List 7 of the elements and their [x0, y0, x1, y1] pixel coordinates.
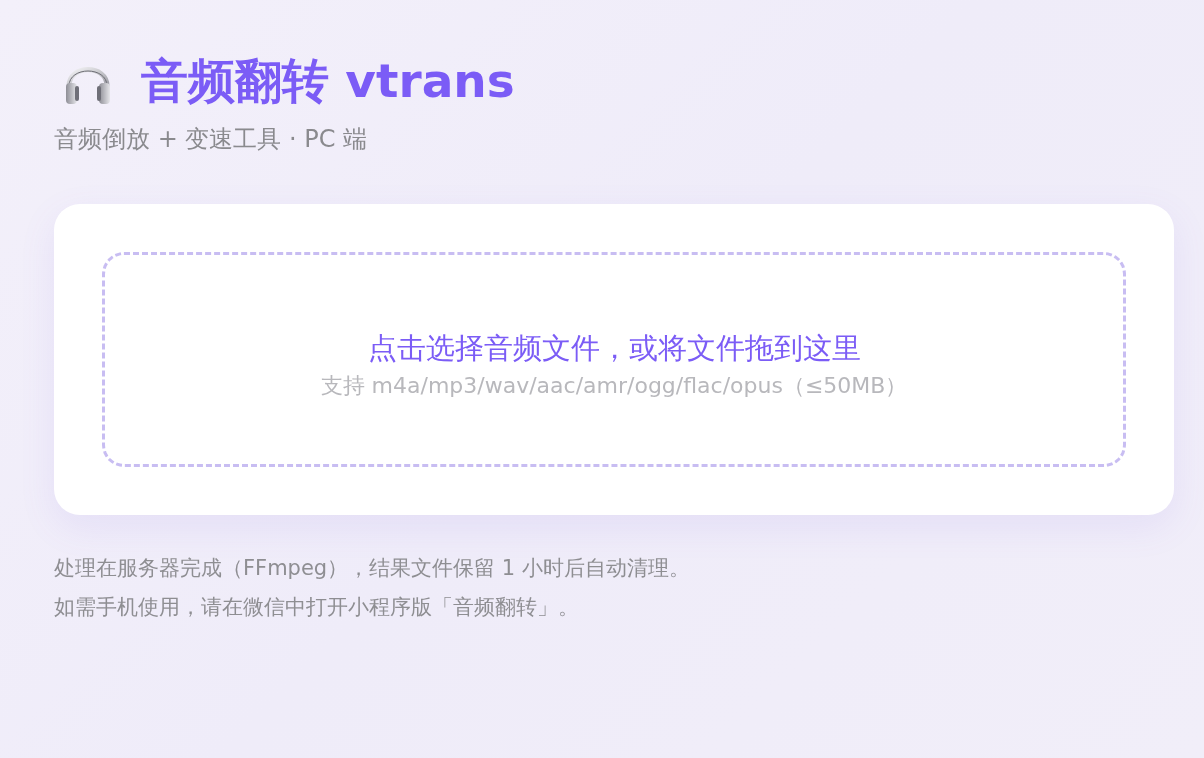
file-drop-zone[interactable]: 点击选择音频文件，或将文件拖到这里 支持 m4a/mp3/wav/aac/amr/ogg/flac/opus（≤50MB） — [102, 252, 1126, 467]
app-title: 音频翻转 vtrans — [141, 54, 515, 108]
info-note: 如需手机使用，请在微信中打开小程序版「音频翻转」。 — [54, 594, 579, 621]
info-note: 处理在服务器完成（FFmpeg），结果文件保留 1 小时后自动清理。 — [54, 555, 690, 582]
app-subtitle: 音频倒放 + 变速工具 · PC 端 — [54, 124, 368, 155]
drop-prompt: 点击选择音频文件，或将文件拖到这里 — [367, 329, 861, 367]
format-hint: 支持 m4a/mp3/wav/aac/amr/ogg/flac/opus（≤50MB） — [320, 371, 908, 400]
